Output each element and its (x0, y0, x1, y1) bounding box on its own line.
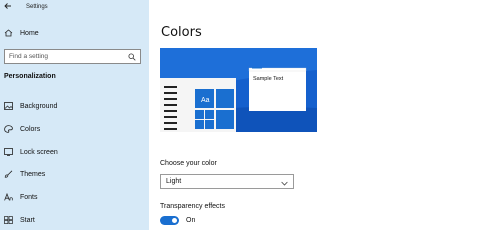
sidebar-item-label: Start (20, 216, 35, 224)
sidebar-item-start[interactable]: Start (4, 214, 35, 226)
transparency-label: Transparency effects (160, 203, 225, 210)
image-icon (4, 102, 14, 110)
back-arrow-icon[interactable] (4, 2, 14, 12)
sidebar-item-lock-screen[interactable]: Lock screen (4, 146, 58, 158)
font-icon (4, 193, 14, 201)
sidebar-item-label: Lock screen (20, 148, 58, 156)
lock-screen-icon (4, 148, 14, 156)
palette-icon (4, 125, 14, 133)
title-bar: Settings (0, 0, 149, 14)
sidebar: Settings Home Find a setting Personaliza… (0, 0, 149, 230)
nav-home[interactable]: Home (4, 27, 39, 39)
transparency-toggle[interactable] (160, 216, 179, 225)
sidebar-item-fonts[interactable]: Fonts (4, 191, 38, 203)
toggle-knob (172, 218, 177, 223)
transparency-toggle-row: On (160, 216, 195, 225)
sidebar-item-background[interactable]: Background (4, 100, 57, 112)
color-mode-value: Light (166, 178, 182, 185)
transparency-state-label: On (186, 217, 196, 224)
choose-color-label: Choose your color (160, 160, 217, 167)
sidebar-item-label: Background (20, 102, 58, 110)
brush-icon (4, 170, 14, 178)
page-title: Colors (161, 25, 202, 40)
sidebar-item-themes[interactable]: Themes (4, 168, 45, 180)
home-icon (4, 29, 14, 37)
chevron-down-icon (281, 173, 288, 191)
theme-preview: Aa Sample Text (160, 48, 317, 132)
preview-sample-text: Sample Text (253, 76, 284, 82)
theme-preview-graphic: Aa Sample Text (160, 48, 317, 132)
search-icon[interactable] (128, 53, 136, 61)
color-mode-select[interactable]: Light (160, 174, 294, 189)
sidebar-item-colors[interactable]: Colors (4, 123, 40, 135)
sidebar-item-label: Themes (20, 170, 46, 178)
sidebar-item-label: Fonts (20, 193, 38, 201)
sidebar-item-label: Colors (20, 125, 41, 133)
window-title: Settings (26, 4, 48, 10)
preview-tile-label: Aa (201, 97, 210, 104)
main-content: Colors Aa Sample Text Choose your color … (149, 0, 500, 230)
search-placeholder: Find a setting (9, 53, 49, 60)
search-input[interactable]: Find a setting (4, 49, 141, 64)
section-title: Personalization (4, 73, 56, 80)
start-icon (4, 216, 14, 224)
nav-home-label: Home (20, 29, 39, 37)
